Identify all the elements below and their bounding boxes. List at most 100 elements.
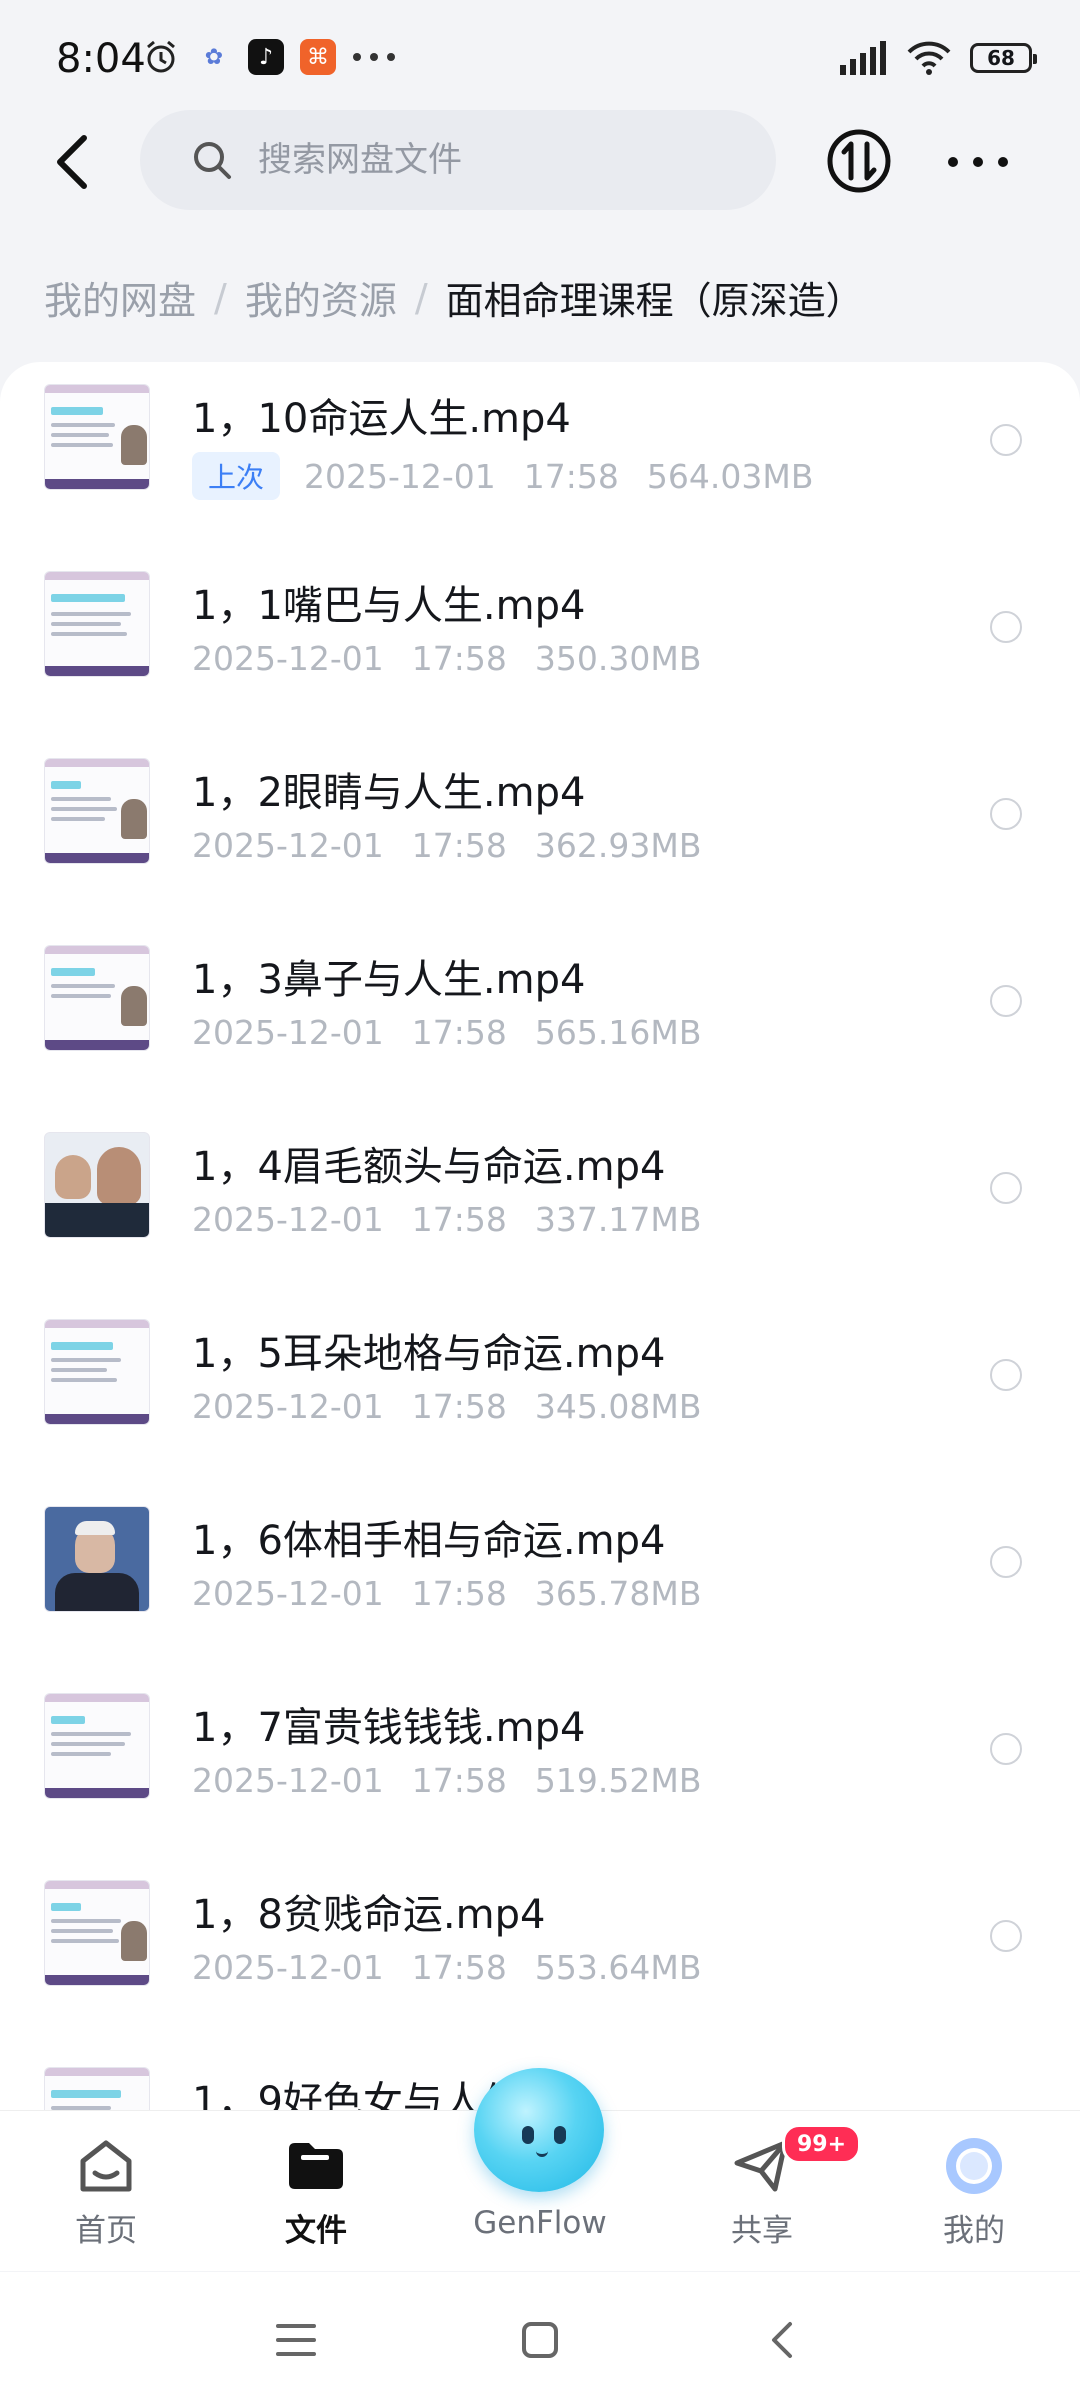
home-icon [80, 2140, 132, 2192]
file-row[interactable]: 1，2眼睛与人生.mp4 2025-12-01 17:58 362.93MB [0, 736, 1080, 923]
select-checkbox[interactable] [990, 1359, 1022, 1391]
battery-indicator: 68 [970, 43, 1037, 73]
orb-mouth [536, 2148, 548, 2157]
file-name: 1，6体相手相与命运.mp4 [192, 1518, 666, 1564]
select-checkbox[interactable] [990, 798, 1022, 830]
file-size: 565.16MB [534, 1013, 702, 1052]
file-date: 2025-12-01 [192, 1200, 384, 1239]
flower-app-icon: ✿ [204, 44, 224, 70]
status-notification-icons: ✿ ♪ ⌘ [142, 38, 396, 76]
wifi-icon [907, 41, 951, 75]
file-time: 17:58 [411, 826, 507, 865]
file-name: 1，5耳朵地格与命运.mp4 [192, 1331, 666, 1377]
more-dot-icon [948, 157, 958, 167]
select-checkbox[interactable] [990, 1920, 1022, 1952]
file-time: 17:58 [411, 1948, 507, 1987]
breadcrumb-separator: / [414, 275, 428, 320]
transfer-icon[interactable] [826, 128, 892, 194]
file-name: 1，4眉毛额头与命运.mp4 [192, 1144, 666, 1190]
back-triangle-icon[interactable] [760, 2316, 808, 2364]
status-bar: 8:04 ✿ ♪ ⌘ 68 [0, 0, 1080, 120]
file-meta: 2025-12-01 17:58 362.93MB [192, 826, 701, 865]
file-row[interactable]: 1，1嘴巴与人生.mp4 2025-12-01 17:58 350.30MB [0, 549, 1080, 736]
select-checkbox[interactable] [990, 424, 1022, 456]
nav-home[interactable]: 首页 [36, 2135, 176, 2265]
file-name: 1，10命运人生.mp4 [192, 396, 571, 442]
nav-files[interactable]: 文件 [246, 2135, 386, 2265]
genflow-orb-icon[interactable] [474, 2068, 604, 2192]
search-input[interactable] [256, 139, 720, 181]
file-row[interactable]: 1，7富贵钱钱钱.mp4 2025-12-01 17:58 519.52MB [0, 1671, 1080, 1858]
file-date: 2025-12-01 [192, 1013, 384, 1052]
breadcrumb-current: 面相命理课程（原深造） [445, 279, 864, 323]
file-date: 2025-12-01 [192, 1574, 384, 1613]
video-thumbnail [44, 1319, 150, 1425]
breadcrumb-item[interactable]: 我的网盘 [44, 270, 196, 325]
back-arrow-icon [57, 135, 87, 189]
system-navigation-bar [0, 2272, 1080, 2400]
file-time: 17:58 [411, 1761, 507, 1800]
file-row[interactable]: 1，10命运人生.mp4 上次 2025-12-01 17:58 564.03M… [0, 362, 1080, 549]
file-size: 365.78MB [534, 1574, 702, 1613]
file-row[interactable]: 1，3鼻子与人生.mp4 2025-12-01 17:58 565.16MB [0, 923, 1080, 1110]
file-meta: 2025-12-01 17:58 350.30MB [192, 639, 701, 678]
file-name: 1，2眼睛与人生.mp4 [192, 770, 586, 816]
status-right: 68 [838, 40, 1037, 76]
recent-apps-icon[interactable] [272, 2316, 320, 2364]
file-meta: 2025-12-01 17:58 345.08MB [192, 1387, 701, 1426]
signal-icon [840, 41, 886, 75]
video-thumbnail [44, 1693, 150, 1799]
file-time: 17:58 [411, 639, 507, 678]
file-name: 1，7富贵钱钱钱.mp4 [192, 1705, 586, 1751]
file-size: 519.52MB [534, 1761, 702, 1800]
file-date: 2025-12-01 [192, 639, 384, 678]
file-meta: 2025-12-01 17:58 553.64MB [192, 1948, 701, 1987]
orb-eye [522, 2126, 534, 2144]
video-thumbnail [44, 384, 150, 490]
file-time: 17:58 [411, 1013, 507, 1052]
more-options-button[interactable] [948, 142, 1008, 182]
file-date: 2025-12-01 [192, 1761, 384, 1800]
select-checkbox[interactable] [990, 1733, 1022, 1765]
file-size: 337.17MB [534, 1200, 702, 1239]
tiktok-app-icon: ♪ [248, 39, 284, 75]
avatar-icon [946, 2138, 1002, 2194]
breadcrumb-item[interactable]: 我的资源 [245, 270, 397, 325]
more-notifications-icon [353, 53, 395, 61]
search-bar[interactable] [140, 110, 776, 210]
breadcrumb-separator: / [214, 275, 227, 320]
select-checkbox[interactable] [990, 611, 1022, 643]
file-row[interactable]: 1，8贫贱命运.mp4 2025-12-01 17:58 553.64MB [0, 1858, 1080, 2045]
back-button[interactable] [40, 126, 104, 198]
select-checkbox[interactable] [990, 1172, 1022, 1204]
folder-icon [289, 2143, 343, 2189]
video-thumbnail [44, 1506, 150, 1612]
file-row[interactable]: 1，6体相手相与命运.mp4 2025-12-01 17:58 365.78MB [0, 1484, 1080, 1671]
file-row[interactable]: 1，4眉毛额头与命运.mp4 2025-12-01 17:58 337.17MB [0, 1110, 1080, 1297]
file-time: 17:58 [411, 1200, 507, 1239]
file-meta: 2025-12-01 17:58 565.16MB [192, 1013, 701, 1052]
file-row[interactable]: 1，5耳朵地格与命运.mp4 2025-12-01 17:58 345.08MB [0, 1297, 1080, 1484]
file-time: 17:58 [523, 456, 619, 496]
share-count-badge: 99+ [782, 2124, 862, 2164]
select-checkbox[interactable] [990, 985, 1022, 1017]
orb-eye [554, 2126, 566, 2144]
alarm-icon [147, 40, 175, 73]
status-time: 8:04 [56, 36, 146, 82]
nav-share-label: 共享 [731, 2213, 793, 2249]
video-thumbnail [44, 945, 150, 1051]
more-dot-icon [973, 157, 983, 167]
home-square-icon[interactable] [516, 2316, 564, 2364]
search-icon [194, 142, 231, 179]
file-name: 1，3鼻子与人生.mp4 [192, 957, 586, 1003]
file-size: 345.08MB [534, 1387, 702, 1426]
select-checkbox[interactable] [990, 1546, 1022, 1578]
more-dot-icon [998, 157, 1008, 167]
file-meta: 2025-12-01 17:58 365.78MB [192, 1574, 701, 1613]
file-meta: 上次 2025-12-01 17:58 564.03MB [192, 452, 814, 500]
video-thumbnail [44, 1880, 150, 1986]
breadcrumb: 我的网盘 / 我的资源 / 面相命理课程（原深造） [44, 270, 864, 325]
nav-mine[interactable]: 我的 [904, 2135, 1044, 2265]
file-date: 2025-12-01 [192, 826, 384, 865]
file-list: 1，10命运人生.mp4 上次 2025-12-01 17:58 564.03M… [0, 362, 1080, 2122]
